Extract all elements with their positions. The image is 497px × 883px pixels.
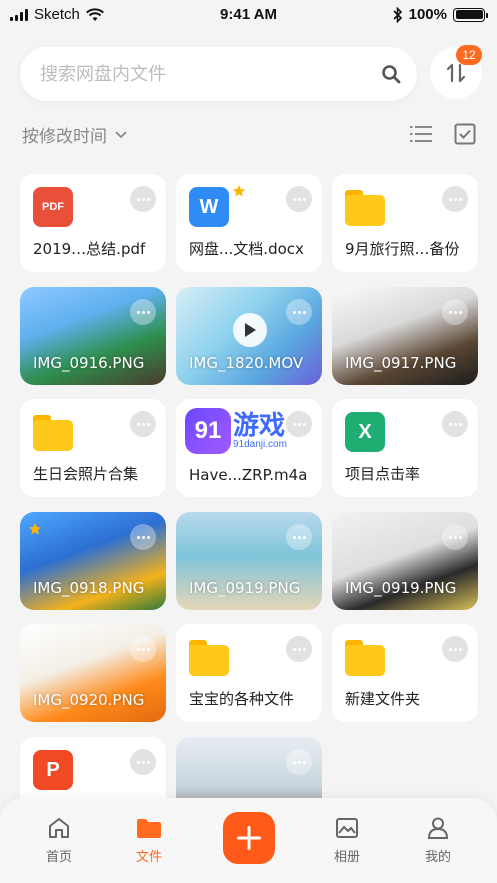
file-name: 生日会照片合集 xyxy=(33,465,139,483)
sort-label: 按修改时间 xyxy=(22,127,107,147)
search-icon[interactable] xyxy=(381,64,401,84)
excel-file-icon: X xyxy=(345,412,385,452)
more-options-icon[interactable] xyxy=(286,749,312,775)
battery-icon xyxy=(453,7,488,22)
status-right: 100% xyxy=(393,6,488,23)
tab-album-label: 相册 xyxy=(333,850,360,865)
folder-icon xyxy=(345,190,385,226)
file-name: 项目点击率 xyxy=(345,465,421,483)
file-card[interactable]: IMG_0919.PNG xyxy=(332,512,478,610)
file-name: 新建文件夹 xyxy=(345,690,421,708)
file-name: IMG_0919.PNG xyxy=(345,579,457,597)
file-name: IMG_0920.PNG xyxy=(33,691,145,709)
add-button[interactable] xyxy=(223,812,275,864)
star-icon xyxy=(232,184,246,198)
user-icon xyxy=(427,817,449,839)
plus-icon xyxy=(237,826,261,850)
tab-home-label: 首页 xyxy=(45,850,72,865)
more-options-icon[interactable] xyxy=(130,524,156,550)
status-bar: Sketch 9:41 AM 100% xyxy=(0,0,497,32)
more-options-icon[interactable] xyxy=(130,411,156,437)
bluetooth-icon xyxy=(393,6,402,23)
file-card[interactable]: IMG_1820.MOV xyxy=(176,287,322,385)
sort-dropdown[interactable]: 按修改时间 xyxy=(22,122,127,147)
audio-file-icon xyxy=(189,412,229,452)
more-options-icon[interactable] xyxy=(130,749,156,775)
file-card[interactable]: 生日会照片合集 xyxy=(20,399,166,497)
image-icon xyxy=(336,818,358,838)
file-name: 宝宝的各种文件 xyxy=(189,690,295,708)
file-name: 2019…总结.pdf xyxy=(33,240,146,258)
search-bar[interactable] xyxy=(20,47,417,101)
file-name: IMG_0919.PNG xyxy=(189,579,301,597)
folder-icon xyxy=(33,415,73,451)
ppt-file-icon: P xyxy=(33,750,73,790)
more-options-icon[interactable] xyxy=(286,186,312,212)
list-view-icon[interactable] xyxy=(410,124,432,144)
file-name: Have...ZRP.m4a xyxy=(189,466,308,484)
file-card[interactable]: 新建文件夹 xyxy=(332,624,478,722)
more-options-icon[interactable] xyxy=(442,411,468,437)
file-name: IMG_0917.PNG xyxy=(345,354,457,372)
sort-arrows-icon xyxy=(446,63,466,83)
more-options-icon[interactable] xyxy=(286,411,312,437)
folder-icon xyxy=(345,640,385,676)
more-options-icon[interactable] xyxy=(130,186,156,212)
file-card[interactable]: IMG_0919.PNG xyxy=(176,512,322,610)
notification-badge: 12 xyxy=(456,45,482,65)
folder-icon xyxy=(189,640,229,676)
file-card[interactable]: PDF 2019…总结.pdf xyxy=(20,174,166,272)
pdf-file-icon: PDF xyxy=(33,187,73,227)
file-card[interactable]: X 项目点击率 xyxy=(332,399,478,497)
star-icon xyxy=(28,522,42,536)
file-name: IMG_0916.PNG xyxy=(33,354,145,372)
more-options-icon[interactable] xyxy=(442,299,468,325)
tab-me-label: 我的 xyxy=(424,850,451,865)
chevron-down-icon xyxy=(115,130,127,138)
word-file-icon: W xyxy=(189,187,229,227)
more-options-icon[interactable] xyxy=(442,524,468,550)
search-input[interactable] xyxy=(40,47,370,101)
tab-me[interactable]: 我的 xyxy=(408,816,468,865)
file-card[interactable]: IMG_0920.PNG xyxy=(20,624,166,722)
file-name: 9月旅行照…备份 xyxy=(345,240,460,258)
tab-files[interactable]: 文件 xyxy=(119,816,179,865)
more-options-icon[interactable] xyxy=(442,186,468,212)
more-options-icon[interactable] xyxy=(286,524,312,550)
file-card[interactable]: W 网盘...文档.docx xyxy=(176,174,322,272)
file-card[interactable]: IMG_0916.PNG xyxy=(20,287,166,385)
select-checkbox-icon[interactable] xyxy=(454,123,476,145)
file-name: 网盘...文档.docx xyxy=(189,240,304,258)
file-card[interactable]: Have...ZRP.m4a xyxy=(176,399,322,497)
file-card[interactable]: 宝宝的各种文件 xyxy=(176,624,322,722)
home-icon xyxy=(49,818,69,838)
battery-percent: 100% xyxy=(408,6,447,23)
file-card[interactable]: 9月旅行照…备份 xyxy=(332,174,478,272)
more-options-icon[interactable] xyxy=(286,299,312,325)
tab-album[interactable]: 相册 xyxy=(317,816,377,865)
play-icon[interactable] xyxy=(233,313,267,347)
tab-files-label: 文件 xyxy=(135,850,162,865)
more-options-icon[interactable] xyxy=(442,636,468,662)
more-options-icon[interactable] xyxy=(130,299,156,325)
file-card[interactable]: IMG_0917.PNG xyxy=(332,287,478,385)
tab-home[interactable]: 首页 xyxy=(29,816,89,865)
more-options-icon[interactable] xyxy=(130,636,156,662)
file-card[interactable]: IMG_0918.PNG xyxy=(20,512,166,610)
folder-icon xyxy=(137,819,161,838)
file-name: IMG_1820.MOV xyxy=(189,354,304,372)
bottom-tab-bar: 首页 文件 相册 我的 xyxy=(0,798,497,883)
file-name: IMG_0918.PNG xyxy=(33,579,145,597)
more-options-icon[interactable] xyxy=(286,636,312,662)
